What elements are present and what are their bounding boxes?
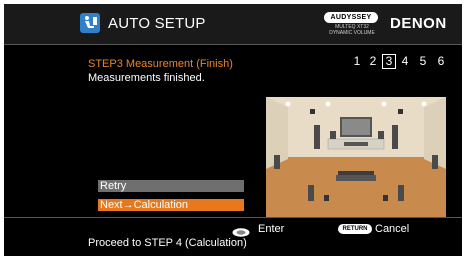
auto-setup-icon [80, 13, 100, 33]
step-message: Measurements finished. [88, 72, 205, 84]
title-bar: AUTO SETUP AUDYSSEY MULTEQ XT32 DYNAMIC … [4, 4, 462, 45]
enter-hint: Enter [258, 223, 285, 235]
page-title: AUTO SETUP [108, 15, 206, 32]
next-calculation-button[interactable]: Next→Calculation [98, 199, 244, 211]
step-number: 5 [419, 54, 427, 68]
step-number-current: 3 [382, 54, 396, 69]
auto-setup-screen: AUTO SETUP AUDYSSEY MULTEQ XT32 DYNAMIC … [4, 4, 462, 256]
audyssey-dynamic-volume: DYNAMIC VOLUME [329, 30, 375, 36]
speaker-room-illustration [266, 97, 446, 217]
step-number: 6 [437, 54, 445, 68]
enter-button-icon [232, 224, 250, 237]
audyssey-badge: AUDYSSEY [324, 12, 378, 23]
step-number: 2 [369, 54, 377, 68]
brand-logo: DENON [390, 15, 447, 32]
audyssey-logo: AUDYSSEY MULTEQ XT32 DYNAMIC VOLUME [324, 12, 380, 36]
retry-button[interactable]: Retry [98, 180, 244, 192]
step-number: 4 [401, 54, 409, 68]
step-number: 1 [353, 54, 361, 68]
return-button-icon: RETURN [338, 224, 372, 234]
footer-description: Proceed to STEP 4 (Calculation) [88, 237, 247, 249]
cancel-hint: Cancel [375, 223, 410, 235]
footer-divider [4, 217, 462, 218]
step-title: STEP3 Measurement (Finish) [88, 58, 233, 70]
